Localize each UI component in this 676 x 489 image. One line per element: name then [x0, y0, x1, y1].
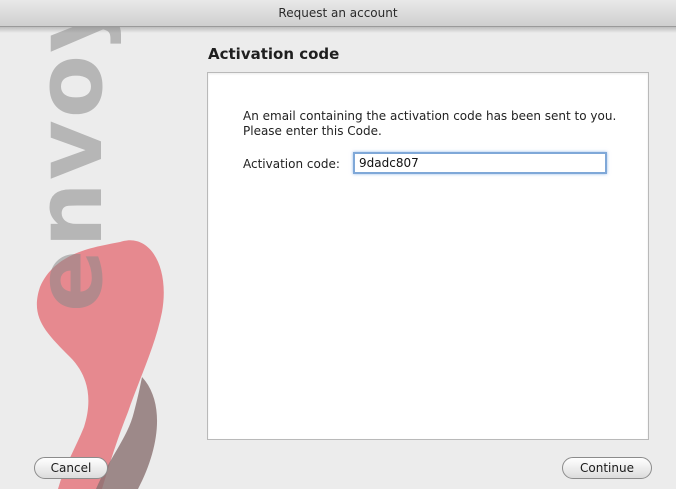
envoy-logo: envoy: [0, 27, 200, 489]
request-account-window: Request an account envoy Activation code…: [0, 0, 676, 489]
instructions-text: An email containing the activation code …: [243, 109, 617, 138]
page-title: Activation code: [208, 45, 340, 63]
logo-wordmark: envoy: [16, 27, 123, 312]
activation-code-label: Activation code:: [243, 157, 340, 171]
continue-button[interactable]: Continue: [562, 457, 652, 479]
window-titlebar[interactable]: Request an account: [0, 0, 676, 27]
activation-panel: An email containing the activation code …: [207, 72, 649, 440]
window-title: Request an account: [278, 6, 398, 20]
activation-code-input[interactable]: [353, 152, 607, 174]
cancel-button[interactable]: Cancel: [34, 457, 108, 479]
